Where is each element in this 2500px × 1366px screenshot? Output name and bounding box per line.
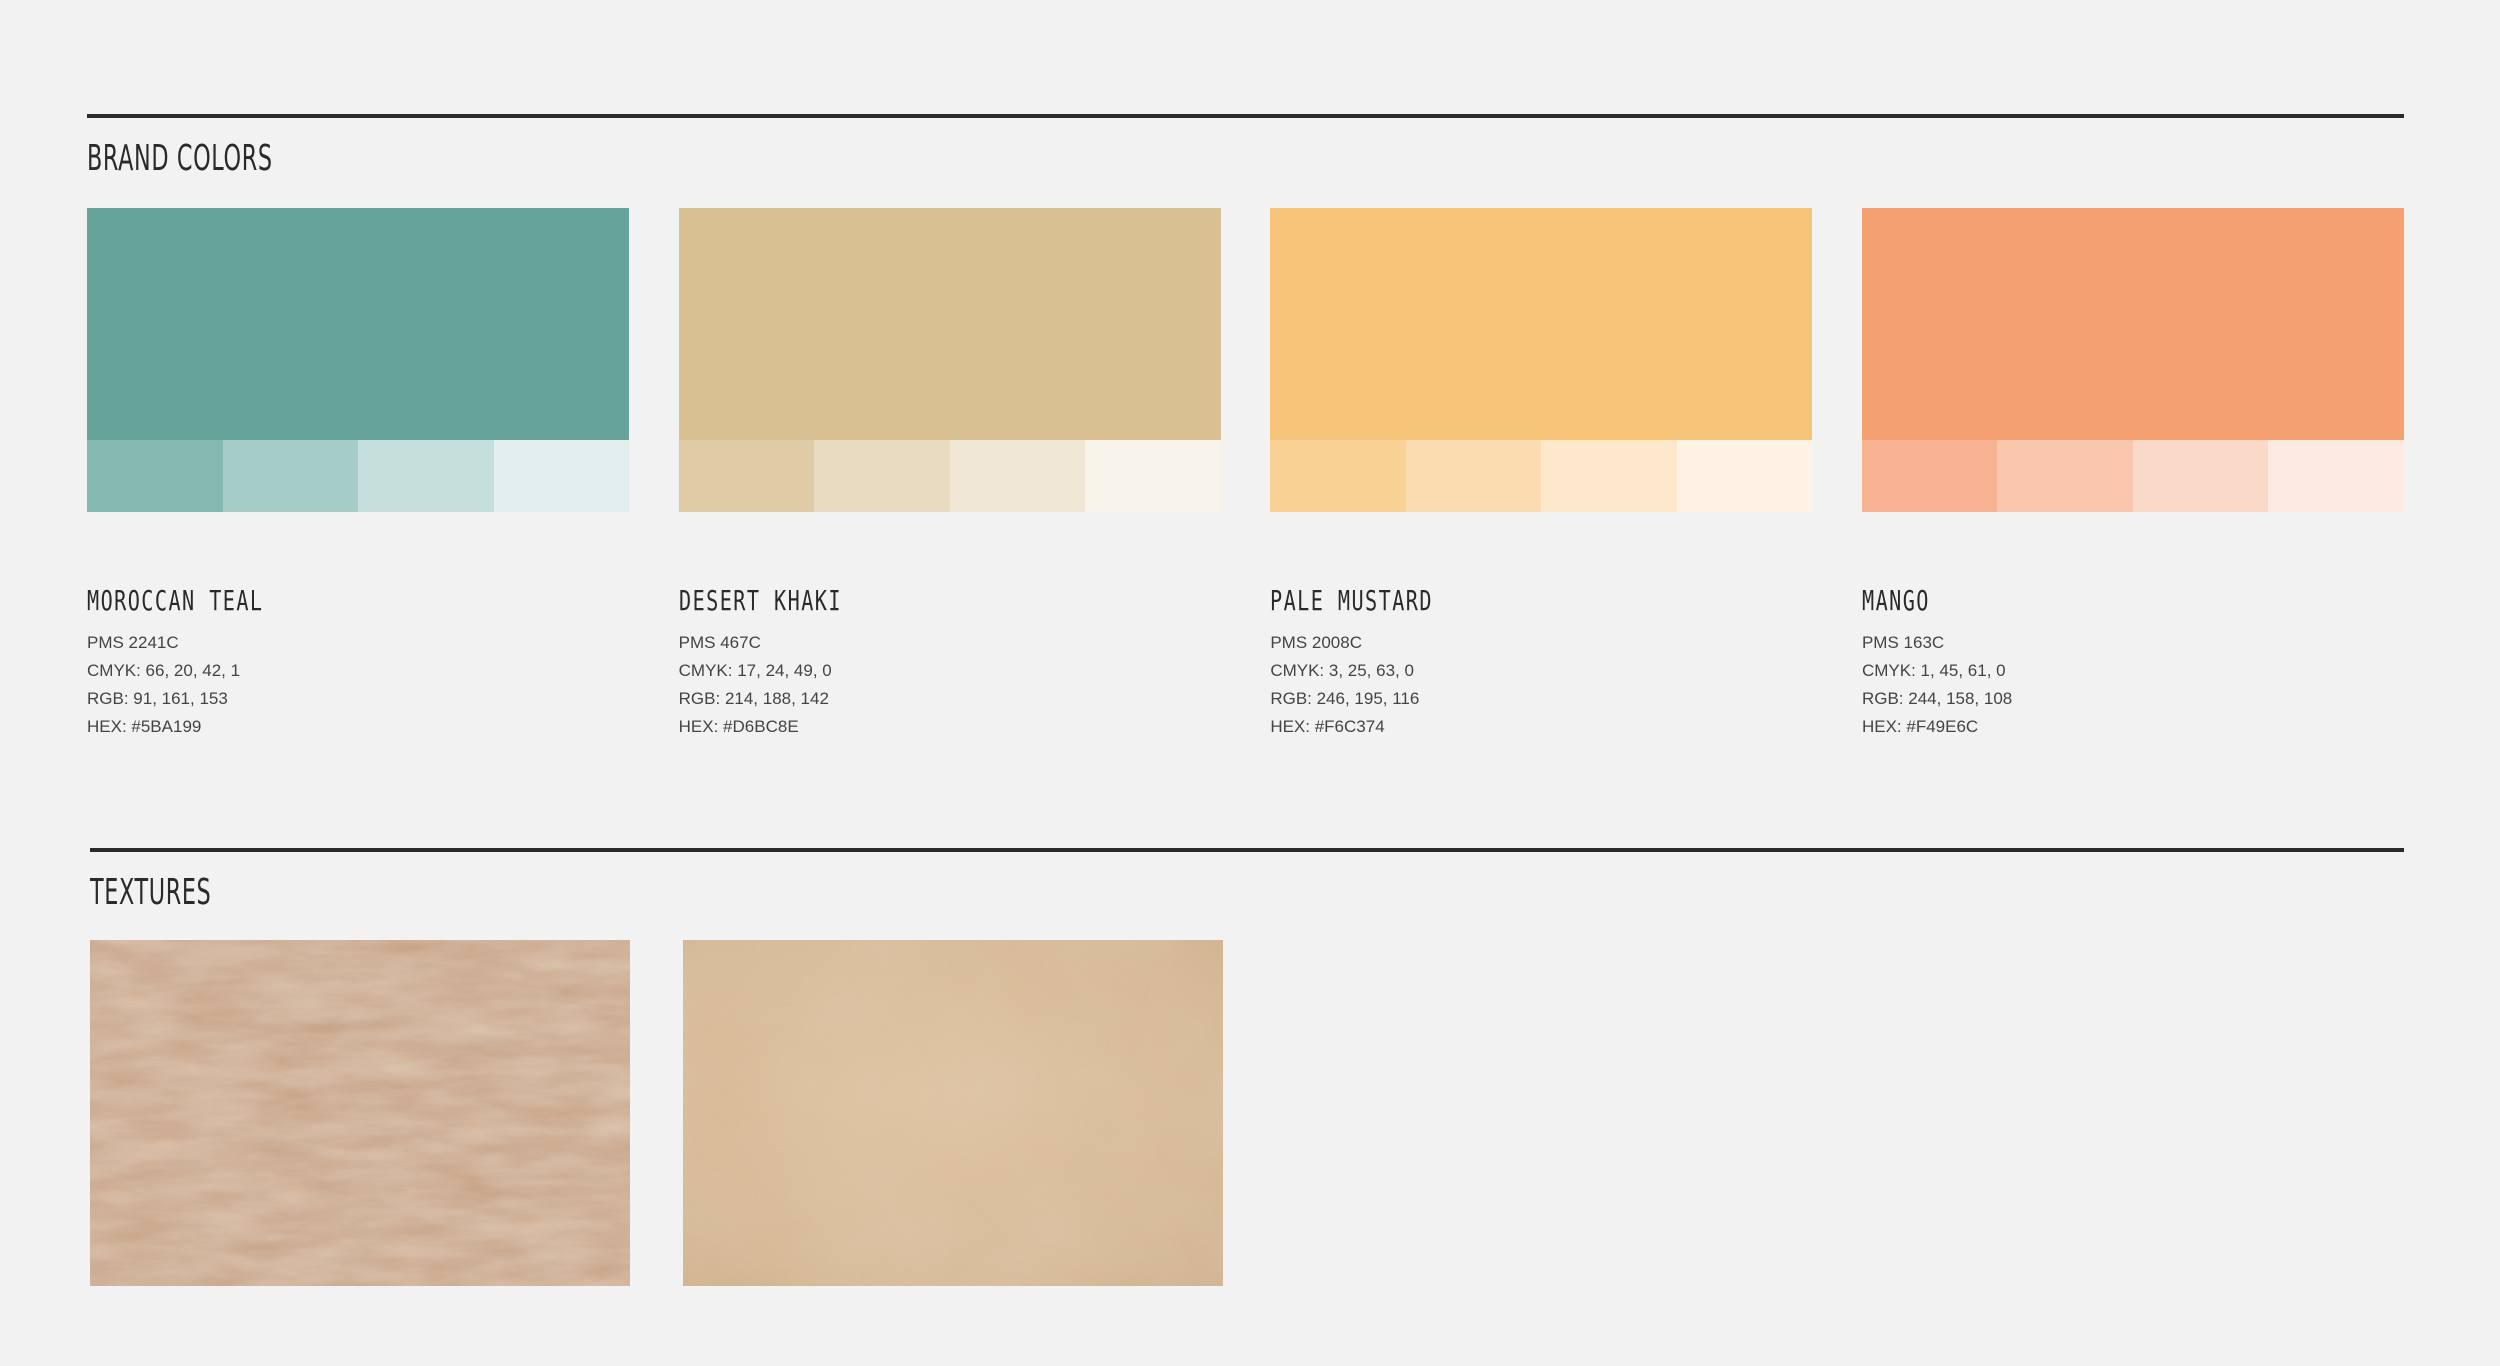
pms-value: PMS 2241C <box>87 633 179 652</box>
swatch-specs: PMS 2241C CMYK: 66, 20, 42, 1 RGB: 91, 1… <box>87 629 629 741</box>
rgb-value: RGB: 214, 188, 142 <box>678 689 829 708</box>
hex-value: HEX: #F49E6C <box>1861 717 1979 736</box>
swatch-name: MOROCCAN TEAL <box>87 584 264 617</box>
tint-row <box>678 440 1221 512</box>
section-heading-textures: TEXTURES <box>90 872 212 913</box>
swatch-desert-khaki: DESERT KHAKI PMS 467C CMYK: 17, 24, 49, … <box>678 208 1221 741</box>
hex-value: HEX: #D6BC8E <box>678 717 799 736</box>
swatch-main-color <box>1270 208 1813 440</box>
tint-row <box>1861 440 2404 512</box>
tint-80 <box>87 440 223 512</box>
tint-60 <box>1405 440 1542 512</box>
cmyk-value: CMYK: 17, 24, 49, 0 <box>678 661 832 680</box>
cmyk-value: CMYK: 3, 25, 63, 0 <box>1270 661 1414 680</box>
tint-20 <box>2268 440 2404 512</box>
pms-value: PMS 163C <box>1861 633 1945 652</box>
texture-row <box>90 940 1223 1286</box>
pms-value: PMS 467C <box>678 633 761 652</box>
hex-value: HEX: #5BA199 <box>87 717 202 736</box>
swatch-main-color <box>1861 208 2404 440</box>
tint-60 <box>814 440 950 512</box>
swatch-name: PALE MUSTARD <box>1270 584 1434 617</box>
section-divider <box>87 114 2404 118</box>
swatch-specs: PMS 467C CMYK: 17, 24, 49, 0 RGB: 214, 1… <box>679 629 1221 741</box>
section-heading-brand-colors: BRAND COLORS <box>87 138 273 179</box>
swatch-main-color <box>678 208 1221 440</box>
tint-20 <box>493 440 629 512</box>
parchment-texture <box>683 940 1223 1286</box>
swatch-mango: MANGO PMS 163C CMYK: 1, 45, 61, 0 RGB: 2… <box>1861 208 2404 741</box>
tint-60 <box>1997 440 2133 512</box>
cmyk-value: CMYK: 1, 45, 61, 0 <box>1861 661 2006 680</box>
sand-dune-texture-image <box>90 940 630 1286</box>
tint-60 <box>222 440 358 512</box>
section-divider <box>90 848 2404 852</box>
swatch-name: DESERT KHAKI <box>678 584 842 617</box>
rgb-value: RGB: 246, 195, 116 <box>1270 689 1420 708</box>
tint-80 <box>678 440 815 512</box>
swatch-moroccan-teal: MOROCCAN TEAL PMS 2241C CMYK: 66, 20, 42… <box>87 208 629 741</box>
swatch-main-color <box>87 208 629 440</box>
tint-row <box>1270 440 1813 512</box>
tint-row <box>87 440 629 512</box>
tint-80 <box>1861 440 1998 512</box>
tint-40 <box>2132 440 2269 512</box>
tint-40 <box>358 440 494 512</box>
swatch-specs: PMS 163C CMYK: 1, 45, 61, 0 RGB: 244, 15… <box>1862 629 2404 741</box>
brand-colors-section: BRAND COLORS <box>87 114 2404 179</box>
swatch-specs: PMS 2008C CMYK: 3, 25, 63, 0 RGB: 246, 1… <box>1270 629 1812 741</box>
rgb-value: RGB: 91, 161, 153 <box>87 689 228 708</box>
pms-value: PMS 2008C <box>1270 633 1362 652</box>
tint-40 <box>949 440 1086 512</box>
tint-20 <box>1676 440 1813 512</box>
textures-section: TEXTURES <box>90 848 2404 913</box>
cmyk-value: CMYK: 66, 20, 42, 1 <box>87 661 241 680</box>
hex-value: HEX: #F6C374 <box>1270 717 1385 736</box>
tint-80 <box>1270 440 1406 512</box>
parchment-texture-image <box>683 940 1223 1286</box>
sand-dune-texture <box>90 940 630 1286</box>
swatch-pale-mustard: PALE MUSTARD PMS 2008C CMYK: 3, 25, 63, … <box>1270 208 1813 741</box>
swatch-grid: MOROCCAN TEAL PMS 2241C CMYK: 66, 20, 42… <box>87 208 2404 741</box>
rgb-value: RGB: 244, 158, 108 <box>1861 689 2013 708</box>
tint-20 <box>1085 440 1221 512</box>
swatch-name: MANGO <box>1861 584 1930 617</box>
tint-40 <box>1541 440 1677 512</box>
